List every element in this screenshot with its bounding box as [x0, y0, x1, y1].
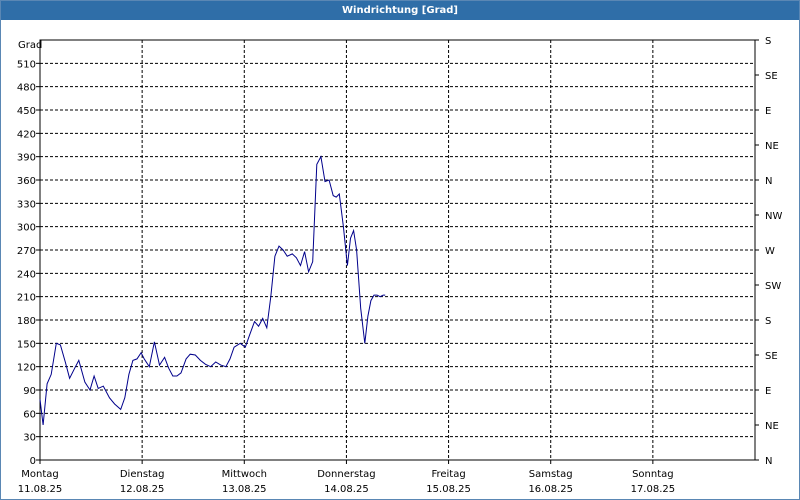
y-tick-label: 150: [17, 339, 36, 350]
y-tick-label: 240: [17, 269, 36, 280]
x-tick-date: 11.08.25: [18, 484, 63, 495]
x-tick-date: 12.08.25: [120, 484, 165, 495]
wind-direction-chart: 0 30 60 90 120 150 180 210 240 270 300 330 360 390 420…: [17, 36, 783, 495]
compass-tick-label: N: [765, 176, 772, 187]
x-tick-day: Dienstag: [120, 469, 165, 480]
y-tick-label: 450: [17, 106, 36, 117]
x-tick-day: Montag: [21, 469, 58, 480]
x-tick-day: Sonntag: [632, 469, 674, 480]
x-tick-date: 16.08.25: [528, 484, 573, 495]
y-tick-label: 480: [17, 83, 36, 94]
x-tick-day: Freitag: [431, 469, 465, 480]
y-tick-label: 90: [23, 386, 36, 397]
compass-tick-label: NW: [765, 211, 782, 222]
compass-tick-label: N: [765, 456, 772, 467]
y-tick-label: 330: [17, 199, 36, 210]
compass-tick-label: S: [765, 36, 771, 47]
y-tick-label: 390: [17, 153, 36, 164]
y-axis-label: Grad: [18, 40, 42, 51]
x-tick-date: 15.08.25: [426, 484, 471, 495]
y-tick-label: 180: [17, 316, 36, 327]
x-tick-day: Samstag: [529, 469, 573, 480]
y-tick-label: 300: [17, 223, 36, 234]
x-tick-day: Mittwoch: [222, 469, 267, 480]
compass-tick-label: NE: [765, 421, 779, 432]
compass-tick-label: E: [765, 106, 771, 117]
compass-tick-label: W: [765, 246, 775, 257]
compass-tick-label: SE: [765, 351, 778, 362]
compass-tick-label: S: [765, 316, 771, 327]
x-tick-date: 14.08.25: [324, 484, 369, 495]
y-tick-label: 270: [17, 246, 36, 257]
y-tick-label: 0: [30, 456, 36, 467]
y-axis-right: N NE E SE S SW W NW N NE E SE S: [755, 36, 782, 467]
y-tick-label: 30: [23, 433, 36, 444]
x-tick-date: 17.08.25: [631, 484, 676, 495]
x-axis: Montag 11.08.25 Dienstag 12.08.25 Mittwoch 13…: [18, 460, 675, 495]
y-axis-left: 0 30 60 90 120 150 180 210 240 270 300 330 360 390 420…: [17, 59, 40, 467]
y-tick-label: 120: [17, 363, 36, 374]
x-tick-date: 13.08.25: [222, 484, 267, 495]
y-tick-label: 420: [17, 129, 36, 140]
y-tick-label: 60: [23, 409, 36, 420]
compass-tick-label: SW: [765, 281, 781, 292]
compass-tick-label: E: [765, 386, 771, 397]
x-tick-day: Donnerstag: [317, 469, 375, 480]
compass-tick-label: SE: [765, 71, 778, 82]
y-tick-label: 210: [17, 293, 36, 304]
y-tick-label: 510: [17, 59, 36, 70]
y-tick-label: 360: [17, 176, 36, 187]
compass-tick-label: NE: [765, 141, 779, 152]
